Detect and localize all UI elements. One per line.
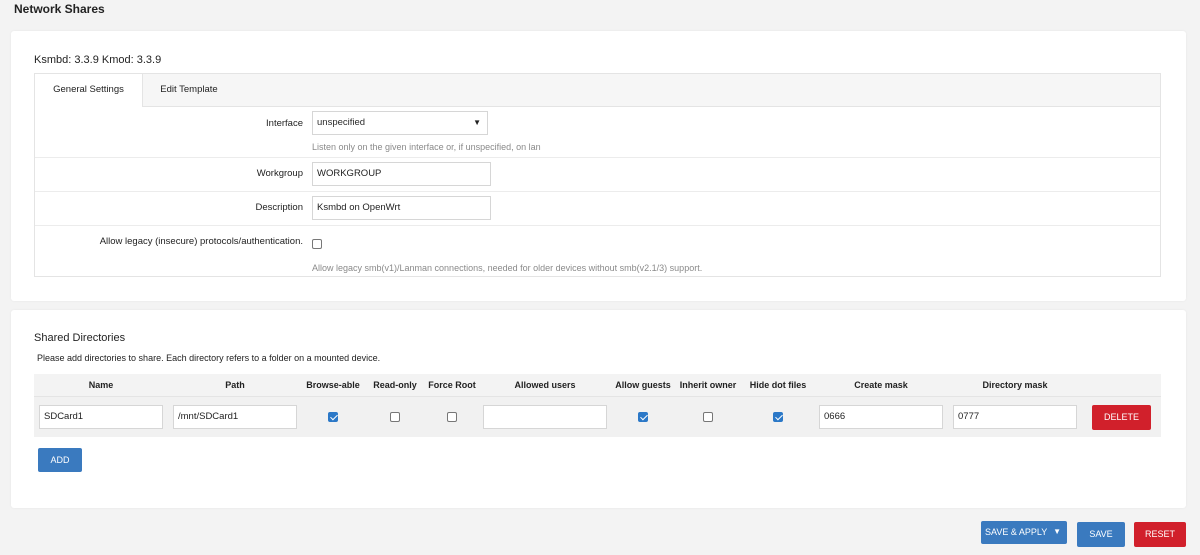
col-readonly: Read-only — [364, 374, 426, 397]
workgroup-label: Workgroup — [256, 168, 303, 179]
description-label: Description — [255, 202, 303, 213]
tab-bar: General Settings Edit Template — [35, 74, 1160, 107]
interface-select-value: unspecified — [317, 117, 366, 128]
save-apply-label: SAVE & APPLY — [985, 527, 1048, 537]
share-name-input[interactable]: SDCard1 — [39, 405, 163, 429]
col-force-root: Force Root — [426, 374, 478, 397]
inherit-owner-checkbox[interactable] — [703, 411, 713, 422]
tab-edit-template[interactable]: Edit Template — [143, 74, 235, 106]
shares-card: Shared Directories Please add directorie… — [11, 310, 1186, 508]
add-button[interactable]: ADD — [38, 448, 82, 472]
col-create-mask: Create mask — [814, 374, 948, 397]
interface-help: Listen only on the given interface or, i… — [312, 142, 541, 152]
workgroup-input[interactable]: WORKGROUP — [312, 162, 491, 186]
col-inherit-owner: Inherit owner — [674, 374, 742, 397]
legacy-checkbox[interactable] — [312, 238, 322, 249]
col-allow-guests: Allow guests — [612, 374, 674, 397]
table-row: SDCard1 /mnt/SDCard1 0666 0777 DELETE — [34, 396, 1161, 437]
shares-title: Shared Directories — [34, 332, 126, 344]
legacy-help: Allow legacy smb(v1)/Lanman connections,… — [312, 263, 703, 273]
shares-table: Name Path Browse-able Read-only Force Ro… — [34, 374, 1161, 437]
workgroup-row: Workgroup WORKGROUP — [35, 158, 1160, 192]
description-row: Description Ksmbd on OpenWrt — [35, 192, 1160, 226]
delete-button[interactable]: DELETE — [1092, 404, 1151, 430]
force-root-checkbox[interactable] — [447, 411, 457, 422]
shares-description: Please add directories to share. Each di… — [37, 353, 381, 363]
readonly-checkbox[interactable] — [390, 411, 400, 422]
table-header-row: Name Path Browse-able Read-only Force Ro… — [34, 374, 1161, 397]
caret-down-icon[interactable]: ▼ — [1053, 521, 1061, 543]
col-allowed-users: Allowed users — [478, 374, 612, 397]
col-path: Path — [168, 374, 302, 397]
save-button[interactable]: SAVE — [1077, 522, 1125, 547]
col-actions — [1082, 374, 1161, 397]
chevron-down-icon: ▼ — [473, 118, 481, 127]
hide-dot-files-checkbox[interactable] — [773, 411, 783, 422]
allowed-users-input[interactable] — [483, 405, 607, 429]
create-mask-input[interactable]: 0666 — [819, 405, 943, 429]
legacy-label: Allow legacy (insecure) protocols/authen… — [99, 236, 303, 247]
tab-general-settings[interactable]: General Settings — [35, 74, 143, 107]
col-browseable: Browse-able — [302, 374, 364, 397]
col-name: Name — [34, 374, 168, 397]
version-text: Ksmbd: 3.3.9 Kmod: 3.3.9 — [34, 54, 162, 66]
col-hide-dot-files: Hide dot files — [742, 374, 814, 397]
browseable-checkbox[interactable] — [328, 411, 338, 422]
settings-card: Ksmbd: 3.3.9 Kmod: 3.3.9 General Setting… — [11, 31, 1186, 301]
legacy-row: Allow legacy (insecure) protocols/authen… — [35, 226, 1160, 276]
reset-button[interactable]: RESET — [1134, 522, 1186, 547]
page-title: Network Shares — [14, 2, 105, 16]
interface-label: Interface — [266, 118, 303, 129]
share-path-input[interactable]: /mnt/SDCard1 — [173, 405, 297, 429]
allow-guests-checkbox[interactable] — [638, 411, 648, 422]
col-directory-mask: Directory mask — [948, 374, 1082, 397]
save-apply-button[interactable]: SAVE & APPLY ▼ — [981, 521, 1067, 544]
interface-row: Interface unspecified ▼ Listen only on t… — [35, 107, 1160, 158]
description-input[interactable]: Ksmbd on OpenWrt — [312, 196, 491, 220]
directory-mask-input[interactable]: 0777 — [953, 405, 1077, 429]
interface-select[interactable]: unspecified ▼ — [312, 111, 488, 135]
settings-tabs: General Settings Edit Template Interface… — [34, 73, 1161, 277]
